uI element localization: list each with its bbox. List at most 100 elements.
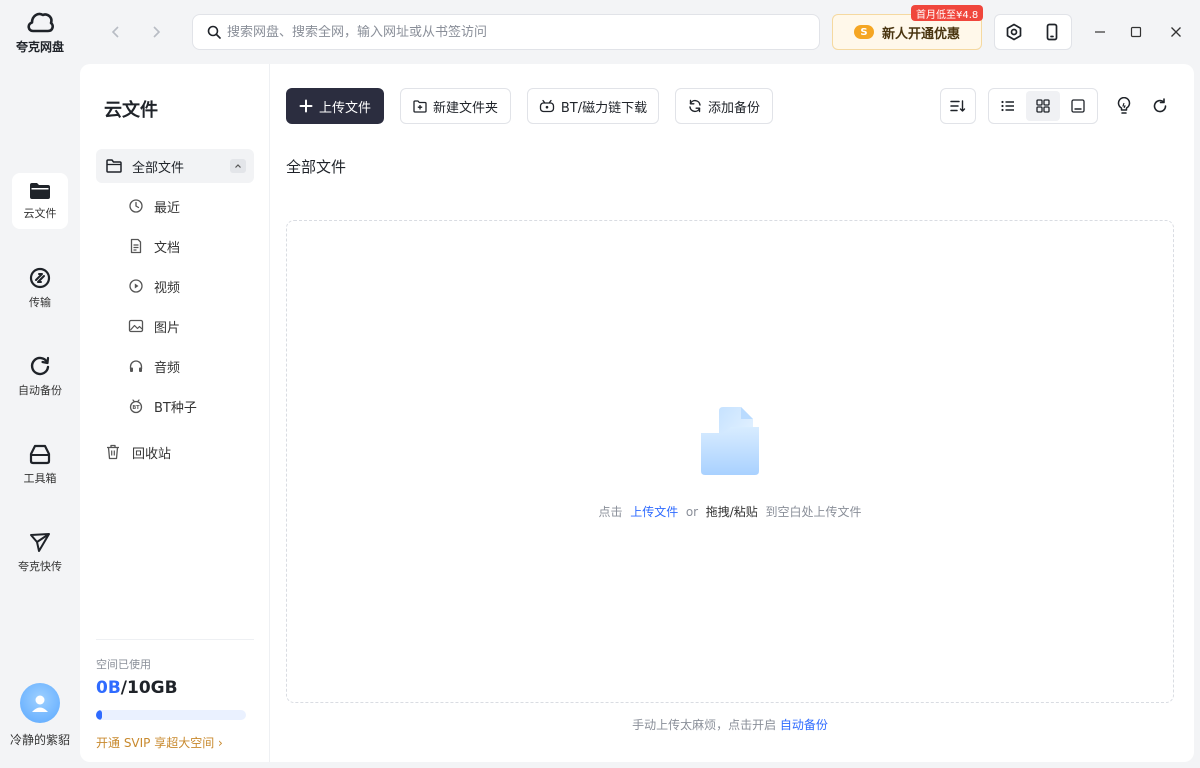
grid-view-button[interactable]	[1026, 91, 1060, 121]
folder-outline-icon	[106, 159, 122, 173]
add-backup-label: 添加备份	[707, 100, 760, 116]
sidebar-item-documents[interactable]: 文档	[128, 234, 180, 258]
storage-used: 0B	[96, 678, 121, 698]
video-icon	[128, 278, 144, 294]
headphones-icon	[128, 358, 144, 374]
rail-label: 自动备份	[18, 383, 62, 397]
storage-bar-fill	[96, 710, 102, 720]
rail-item-toolbox[interactable]: 工具箱	[12, 436, 68, 492]
rail-item-backup[interactable]: 自动备份	[12, 348, 68, 404]
close-button[interactable]	[1164, 20, 1188, 44]
search-input[interactable]	[227, 24, 787, 40]
refresh-button[interactable]	[1148, 94, 1172, 118]
mobile-icon[interactable]	[1043, 23, 1061, 41]
storage-label: 空间已使用	[96, 658, 151, 671]
storage-bar	[96, 710, 246, 720]
minimize-icon	[1094, 26, 1106, 38]
plus-icon	[299, 99, 313, 113]
close-icon	[1170, 26, 1182, 38]
rail-item-transfer[interactable]: 传输	[12, 260, 68, 316]
promo-badge: 首月低至¥4.8	[911, 5, 984, 21]
auto-backup-link[interactable]: 自动备份	[780, 718, 828, 732]
empty-or: or	[685, 505, 699, 519]
view-switcher	[988, 88, 1098, 124]
avatar[interactable]	[20, 683, 60, 723]
image-icon	[128, 318, 144, 334]
back-button[interactable]	[104, 20, 128, 44]
sidebar-item-label: 音频	[154, 360, 181, 376]
rail-label: 传输	[29, 295, 51, 309]
titlebar-tools	[994, 14, 1072, 50]
chevron-right-icon	[150, 25, 162, 39]
minimize-button[interactable]	[1088, 20, 1112, 44]
app-logo[interactable]: 夸克网盘	[0, 10, 80, 55]
sidebar-item-recent[interactable]: 最近	[128, 194, 180, 218]
sidebar-item-images[interactable]: 图片	[128, 314, 180, 338]
upload-file-link[interactable]: 上传文件	[630, 505, 678, 519]
promo-label: 新人开通优惠	[881, 26, 960, 42]
breadcrumb: 全部文件	[286, 158, 347, 176]
sidebar-item-audio[interactable]: 音频	[128, 354, 180, 378]
bt-download-label: BT/磁力链下载	[560, 100, 648, 116]
sidebar-item-trash[interactable]: 回收站	[106, 440, 171, 464]
trash-icon	[106, 444, 120, 460]
new-folder-button[interactable]: 新建文件夹	[400, 88, 511, 124]
upgrade-link[interactable]: 开通 SVIP 享超大空间 ›	[96, 734, 254, 751]
list-view-button[interactable]	[991, 91, 1024, 121]
search-bar[interactable]	[192, 14, 820, 50]
chevron-left-icon	[110, 25, 122, 39]
sidebar-item-videos[interactable]: 视频	[128, 274, 180, 298]
settings-icon[interactable]	[1005, 23, 1023, 41]
add-backup-button[interactable]: 添加备份	[675, 88, 773, 124]
storage-total: 10GB	[127, 678, 178, 698]
forward-button[interactable]	[144, 20, 168, 44]
sidebar-title: 云文件	[104, 100, 158, 121]
upload-label: 上传文件	[318, 100, 371, 116]
rail-item-cloud-files[interactable]: 云文件	[12, 173, 68, 229]
rail-label: 工具箱	[23, 471, 57, 485]
app-name: 夸克网盘	[15, 40, 64, 54]
sidebar-item-label: BT种子	[154, 400, 197, 416]
sync-icon	[688, 99, 702, 113]
collapse-button[interactable]	[230, 159, 246, 173]
user-profile[interactable]: 冷静的紫貂	[0, 683, 80, 748]
hint-text: 手动上传太麻烦，点击开启	[632, 718, 777, 732]
send-icon	[29, 531, 51, 553]
empty-folder-icon	[697, 403, 763, 477]
main-panel: 云文件 全部文件 最近 文档 视频 图片 音频 BT BT种子 回收站 空间已使…	[80, 64, 1194, 762]
sidebar-item-bt[interactable]: BT BT种子	[128, 394, 197, 418]
empty-state-text: 点击 上传文件 or 拖拽/粘贴 到空白处上传文件	[287, 503, 1173, 520]
tree-item-all-files[interactable]: 全部文件	[96, 149, 254, 183]
sidebar: 云文件 全部文件 最近 文档 视频 图片 音频 BT BT种子 回收站 空间已使…	[80, 64, 270, 762]
rail-item-quick-send[interactable]: 夸克快传	[12, 524, 68, 580]
rail-label: 云文件	[23, 206, 57, 220]
chevron-up-icon	[234, 163, 242, 169]
lightbulb-icon	[1116, 97, 1132, 115]
svg-text:BT: BT	[132, 405, 140, 411]
bt-download-button[interactable]: BT/磁力链下载	[527, 88, 659, 124]
upload-button[interactable]: 上传文件	[286, 88, 384, 124]
maximize-button[interactable]	[1124, 20, 1148, 44]
storage-amount: 0B/10GB	[96, 678, 254, 698]
maximize-icon	[1130, 26, 1142, 38]
clock-icon	[128, 198, 144, 214]
list-icon	[1001, 100, 1015, 112]
preview-view-button[interactable]	[1062, 91, 1095, 121]
sidebar-item-label: 图片	[154, 320, 181, 336]
bt-icon: BT	[128, 398, 144, 414]
transfer-icon	[29, 267, 51, 289]
cloud-logo-icon	[26, 10, 54, 34]
sort-icon	[950, 99, 966, 113]
sidebar-item-label: 文档	[154, 240, 181, 256]
tips-button[interactable]	[1112, 94, 1136, 118]
toolbox-icon	[29, 443, 51, 465]
backup-icon	[29, 355, 51, 377]
empty-pre: 点击	[598, 505, 623, 519]
refresh-icon	[1152, 98, 1168, 114]
username: 冷静的紫貂	[9, 733, 70, 747]
sidebar-item-label: 最近	[154, 200, 181, 216]
document-icon	[128, 238, 144, 254]
sort-button[interactable]	[940, 88, 976, 124]
tree-label: 全部文件	[132, 160, 185, 176]
upload-drop-zone[interactable]: 点击 上传文件 or 拖拽/粘贴 到空白处上传文件	[286, 220, 1174, 703]
